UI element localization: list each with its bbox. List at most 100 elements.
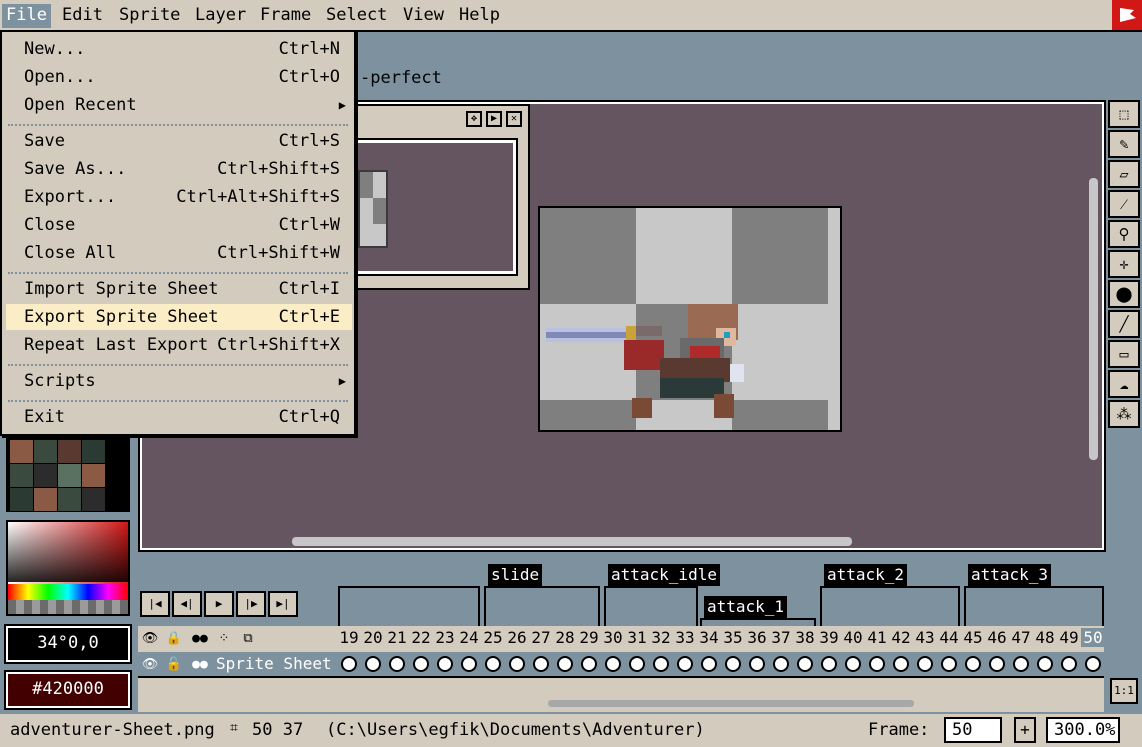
lock-icon[interactable]: 🔒 xyxy=(162,628,186,650)
cel[interactable] xyxy=(941,656,957,672)
contour-icon[interactable]: ☁ xyxy=(1108,370,1140,398)
layer-name[interactable]: Sprite Sheet xyxy=(216,654,332,673)
frame-number[interactable]: 39 xyxy=(817,628,841,647)
menu-item-exit[interactable]: Exit Ctrl+Q xyxy=(6,404,352,430)
cel[interactable] xyxy=(677,656,693,672)
zoom-input[interactable]: 300.0% xyxy=(1046,717,1120,743)
tag-slide[interactable]: slide xyxy=(488,564,543,586)
hue-slider[interactable] xyxy=(8,584,128,600)
spray-icon[interactable]: ⁂ xyxy=(1108,400,1140,428)
hsv-value[interactable]: 34°0,0 xyxy=(4,624,132,664)
cel[interactable] xyxy=(341,656,357,672)
menu-item-export-sprite-sheet[interactable]: Export Sprite Sheet Ctrl+E xyxy=(6,304,352,330)
cel[interactable] xyxy=(509,656,525,672)
frame-number[interactable]: 45 xyxy=(961,628,985,647)
eyedropper-icon[interactable]: ⁄ xyxy=(1108,190,1140,218)
cel[interactable] xyxy=(845,656,861,672)
cel[interactable] xyxy=(413,656,429,672)
frame-number[interactable]: 38 xyxy=(793,628,817,647)
frame-number[interactable]: 23 xyxy=(433,628,457,647)
frame-number[interactable]: 37 xyxy=(769,628,793,647)
tag-attack-3[interactable]: attack_3 xyxy=(968,564,1052,586)
alpha-slider[interactable] xyxy=(8,600,128,614)
menu-item-import-sprite-sheet[interactable]: Import Sprite Sheet Ctrl+I xyxy=(6,276,352,302)
frame-number[interactable]: 30 xyxy=(601,628,625,647)
palette-swatch[interactable] xyxy=(10,488,33,511)
frame-number[interactable]: 32 xyxy=(649,628,673,647)
hex-color-value[interactable]: #420000 xyxy=(4,670,132,710)
cel-current[interactable] xyxy=(1085,656,1101,672)
frame-number[interactable]: 28 xyxy=(553,628,577,647)
cel[interactable] xyxy=(989,656,1005,672)
onion-skin-icon[interactable]: ⧉ xyxy=(236,628,260,650)
cel[interactable] xyxy=(581,656,597,672)
cel[interactable] xyxy=(389,656,405,672)
frame-number[interactable]: 44 xyxy=(937,628,961,647)
line-icon[interactable]: ╱ xyxy=(1108,310,1140,338)
menu-item-new[interactable]: New... Ctrl+N xyxy=(6,36,352,62)
play-button[interactable]: ▶ xyxy=(204,591,234,617)
frame-number[interactable]: 43 xyxy=(913,628,937,647)
preview-center-icon[interactable]: ✥ xyxy=(466,111,482,127)
cel[interactable] xyxy=(965,656,981,672)
palette-swatch[interactable] xyxy=(34,440,57,463)
frame-number[interactable]: 41 xyxy=(865,628,889,647)
cel[interactable] xyxy=(605,656,621,672)
cel[interactable] xyxy=(557,656,573,672)
cel[interactable] xyxy=(533,656,549,672)
continuous-icon[interactable]: ●● xyxy=(188,628,212,650)
palette-swatch[interactable] xyxy=(58,488,81,511)
layer-row[interactable]: 👁 🔓 ●● Sprite Sheet xyxy=(138,652,1104,676)
menu-select[interactable]: Select xyxy=(322,4,391,28)
palette-swatch[interactable] xyxy=(10,440,33,463)
frame-number[interactable]: 19 xyxy=(337,628,361,647)
menu-help[interactable]: Help xyxy=(455,4,504,28)
palette-swatch[interactable] xyxy=(34,488,57,511)
last-frame-button[interactable]: ▶| xyxy=(268,591,298,617)
frame-number-current[interactable]: 50 xyxy=(1081,628,1105,647)
menu-view[interactable]: View xyxy=(399,4,448,28)
cel[interactable] xyxy=(1037,656,1053,672)
cel[interactable] xyxy=(461,656,477,672)
layer-continuous-icon[interactable]: ●● xyxy=(188,654,212,676)
frame-number[interactable]: 36 xyxy=(745,628,769,647)
prev-frame-button[interactable]: ◀| xyxy=(172,591,202,617)
timeline-scrollbar[interactable] xyxy=(548,700,914,707)
menu-item-scripts[interactable]: Scripts ▶ xyxy=(6,368,352,394)
menu-edit[interactable]: Edit xyxy=(58,4,107,28)
cel[interactable] xyxy=(1061,656,1077,672)
frame-number[interactable]: 48 xyxy=(1033,628,1057,647)
menu-file[interactable]: File xyxy=(2,4,51,28)
visibility-icon[interactable]: 👁 xyxy=(138,628,162,650)
menu-item-open-recent[interactable]: Open Recent ▶ xyxy=(6,92,352,118)
frame-number[interactable]: 21 xyxy=(385,628,409,647)
frame-number[interactable]: 27 xyxy=(529,628,553,647)
frame-number[interactable]: 26 xyxy=(505,628,529,647)
palette-swatch[interactable] xyxy=(82,440,105,463)
cel[interactable] xyxy=(821,656,837,672)
zoom-icon[interactable]: ⚲ xyxy=(1108,220,1140,248)
sprite-tab-title[interactable]: -perfect xyxy=(360,68,442,88)
rectangle-icon[interactable]: ▭ xyxy=(1108,340,1140,368)
tag-attack-1[interactable]: attack_1 xyxy=(704,596,788,618)
palette-swatch[interactable] xyxy=(82,464,105,487)
frame-number[interactable]: 34 xyxy=(697,628,721,647)
cel[interactable] xyxy=(437,656,453,672)
palette-swatch[interactable] xyxy=(58,464,81,487)
frame-number[interactable]: 46 xyxy=(985,628,1009,647)
menu-item-export[interactable]: Export... Ctrl+Alt+Shift+S xyxy=(6,184,352,210)
menu-item-close-all[interactable]: Close All Ctrl+Shift+W xyxy=(6,240,352,266)
frame-number[interactable]: 29 xyxy=(577,628,601,647)
layer-visibility-icon[interactable]: 👁 xyxy=(138,654,162,676)
new-frame-button[interactable]: + xyxy=(1014,717,1036,743)
layer-lock-icon[interactable]: 🔓 xyxy=(162,654,186,676)
link-cels-icon[interactable]: ⁘ xyxy=(212,628,236,650)
next-frame-button[interactable]: |▶ xyxy=(236,591,266,617)
first-frame-button[interactable]: |◀ xyxy=(140,591,170,617)
tag-attack-idle[interactable]: attack_idle xyxy=(608,564,720,586)
frame-number[interactable]: 35 xyxy=(721,628,745,647)
eraser-icon[interactable]: ▱ xyxy=(1108,160,1140,188)
menu-item-save[interactable]: Save Ctrl+S xyxy=(6,128,352,154)
preview-close-icon[interactable]: ✕ xyxy=(506,111,522,127)
palette-swatch[interactable] xyxy=(82,488,105,511)
